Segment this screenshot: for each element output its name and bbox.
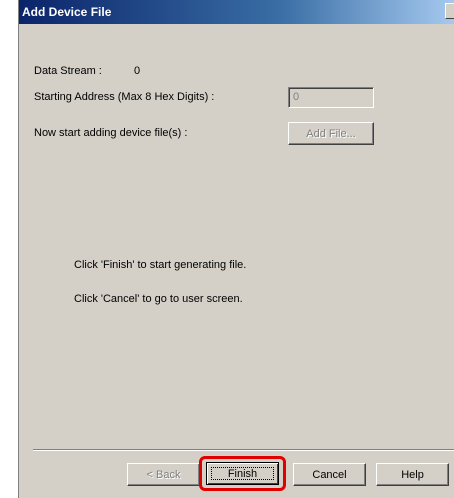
data-stream-value: 0 — [134, 65, 141, 77]
button-separator — [33, 449, 454, 451]
focus-ring — [211, 467, 274, 480]
title-bar[interactable]: Add Device File — [19, 0, 454, 24]
help-button[interactable]: Help — [376, 463, 449, 486]
starting-address-label: Starting Address (Max 8 Hex Digits) : — [34, 91, 215, 103]
starting-address-input[interactable]: 0 — [288, 87, 374, 108]
close-button[interactable] — [445, 3, 454, 19]
data-stream-label: Data Stream : — [34, 65, 102, 77]
finish-hint-text: Click 'Finish' to start generating file. — [74, 259, 247, 271]
dialog-title: Add Device File — [22, 5, 112, 19]
finish-button[interactable]: Finish — [206, 462, 279, 485]
add-device-file-dialog: Add Device File Data Stream : 0 Starting… — [18, 0, 454, 498]
add-file-button[interactable]: Add File... — [288, 122, 374, 145]
cancel-button[interactable]: Cancel — [293, 463, 366, 486]
back-button[interactable]: < Back — [127, 463, 200, 486]
finish-highlight-annotation: Finish — [199, 456, 286, 491]
add-files-label: Now start adding device file(s) : — [34, 127, 188, 139]
cancel-hint-text: Click 'Cancel' to go to user screen. — [74, 293, 243, 305]
